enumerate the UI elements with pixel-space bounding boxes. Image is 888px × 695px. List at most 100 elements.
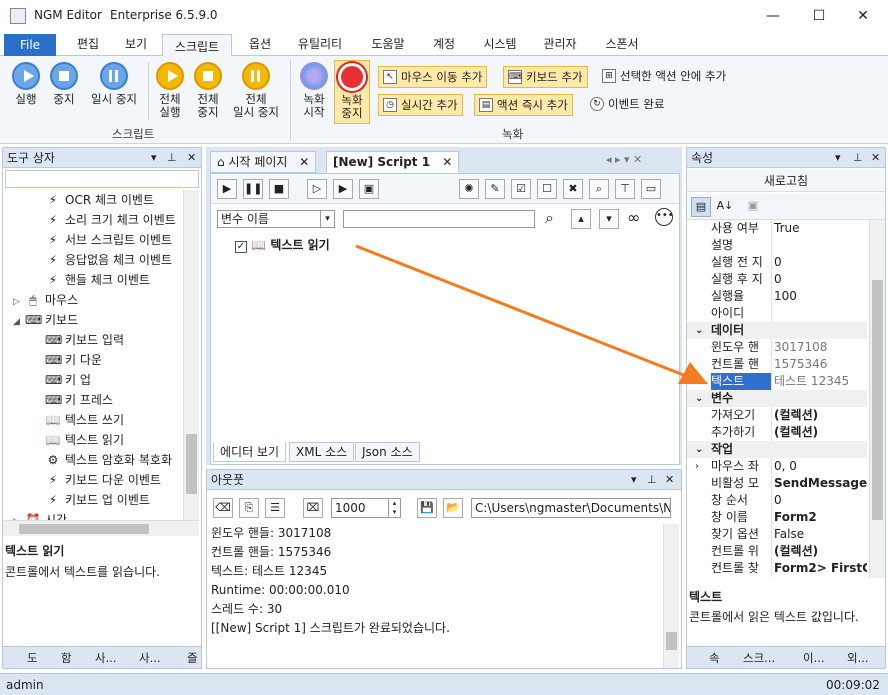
property-row[interactable]: 컨트롤 핸 1575346 xyxy=(687,356,867,373)
check-icon[interactable]: ☑ xyxy=(511,179,531,199)
close-button[interactable]: ✕ xyxy=(840,4,886,28)
menu-file[interactable]: File xyxy=(4,34,56,56)
list-icon[interactable]: ☰ xyxy=(265,498,285,518)
property-row[interactable]: 실행 전 지 0 xyxy=(687,254,867,271)
scroll-thumb[interactable] xyxy=(666,632,677,650)
tab-json-source[interactable]: Json 소스 xyxy=(355,442,420,462)
property-value[interactable]: (컬렉션) xyxy=(772,543,867,560)
minimize-button[interactable]: — xyxy=(750,4,796,28)
check-outline-icon[interactable]: ☐ xyxy=(537,179,557,199)
play-icon[interactable]: ▶ xyxy=(217,179,237,199)
search-icon[interactable]: ⌕ xyxy=(545,208,554,228)
menu-help[interactable]: 도움말 xyxy=(360,32,416,56)
property-row[interactable]: 설명 xyxy=(687,237,867,254)
toolbox-item[interactable]: ⚡ 핸들 체크 이벤트 xyxy=(45,270,150,290)
output-scrollbar[interactable] xyxy=(663,524,679,668)
edit-icon[interactable]: ✎ xyxy=(485,179,505,199)
record-start-button[interactable]: 녹화 시작 xyxy=(296,62,332,119)
hscroll-thumb[interactable] xyxy=(19,524,149,534)
tab-close-icon[interactable]: ✕ xyxy=(299,155,309,169)
tab-user1[interactable]: 사... xyxy=(95,649,117,667)
dropdown-icon[interactable]: ▾ xyxy=(835,148,841,168)
tab-properties[interactable]: 속 xyxy=(709,649,720,667)
close-icon[interactable]: ✕ xyxy=(665,470,674,490)
property-value[interactable]: 테스트 12345 xyxy=(772,373,867,390)
property-row[interactable]: 가져오기 (컬렉션) xyxy=(687,407,867,424)
eraser-icon[interactable]: ⌧ xyxy=(303,498,323,518)
property-row[interactable]: 텍스트 테스트 12345 xyxy=(687,373,867,390)
toolbox-item[interactable]: 📖 텍스트 쓰기 xyxy=(45,410,125,430)
bulb-icon[interactable]: ✺ xyxy=(459,179,479,199)
toolbox-item[interactable]: ⚡ 키보드 업 이벤트 xyxy=(45,490,150,510)
zoom-icon[interactable]: ⌕ xyxy=(589,179,609,199)
property-row[interactable]: 컨트롤 위 (컬렉션) xyxy=(687,543,867,560)
toolbox-item[interactable]: ⚙ 텍스트 암호화 복호화 xyxy=(45,450,172,470)
collapse-icon[interactable]: ⌄ xyxy=(695,441,703,458)
monitor-icon[interactable]: ▭ xyxy=(641,179,661,199)
property-row[interactable]: 실행율 100 xyxy=(687,288,867,305)
tab-xml-source[interactable]: XML 소스 xyxy=(289,442,355,462)
clear-icon[interactable]: ⌫ xyxy=(213,498,233,518)
folder-icon[interactable]: 📂 xyxy=(443,498,463,518)
menu-options[interactable]: 옵션 xyxy=(236,32,284,56)
tab-new-script[interactable]: [New] Script 1 ✕ xyxy=(326,151,460,173)
record-stop-button[interactable]: 녹화 중지 xyxy=(334,60,370,124)
pin-icon[interactable]: ⊥ xyxy=(167,148,177,168)
categorized-icon[interactable]: ▤ xyxy=(691,197,711,217)
tab-start-page[interactable]: ⌂ 시작 페이지 ✕ xyxy=(210,151,317,173)
stop-icon[interactable]: ■ xyxy=(269,179,289,199)
tab-close-icon[interactable]: ✕ xyxy=(442,155,452,169)
menu-admin[interactable]: 관리자 xyxy=(534,32,586,56)
property-value[interactable]: False xyxy=(772,526,867,543)
menu-sponsor[interactable]: 스폰서 xyxy=(596,32,648,56)
property-value[interactable]: (컬렉션) xyxy=(772,407,867,424)
stop-button[interactable]: 중지 xyxy=(46,62,82,106)
loop-icon[interactable]: ∞ xyxy=(627,208,640,227)
toolbox-scrollbar[interactable] xyxy=(183,190,199,520)
property-value[interactable]: (컬렉션) xyxy=(772,424,867,441)
add-realtime-button[interactable]: ◷ 실시간 추가 xyxy=(378,94,463,116)
property-value[interactable]: Form2 xyxy=(772,509,867,526)
property-value[interactable]: Form2> FirstCl xyxy=(772,560,867,577)
property-value[interactable]: 0 xyxy=(772,271,867,288)
property-value[interactable]: True xyxy=(772,220,867,237)
expander-icon[interactable]: ◢ xyxy=(13,312,25,332)
pause-button[interactable]: 일시 중지 xyxy=(86,62,142,106)
menu-edit[interactable]: 편집 xyxy=(64,32,112,56)
property-value[interactable]: 1575346 xyxy=(772,356,867,373)
event-done-button[interactable]: ↻ 이벤트 완료 xyxy=(586,94,669,116)
add-keyboard-button[interactable]: ⌨ 키보드 추가 xyxy=(503,66,588,88)
variable-combo[interactable]: 변수 이름 ▾ xyxy=(217,210,335,228)
move-up-icon[interactable]: ▴ xyxy=(571,209,591,229)
tab-functions[interactable]: 함 xyxy=(61,649,72,667)
toolbox-item[interactable]: ▷ 🖱 마우스 xyxy=(13,290,78,310)
toolbox-item[interactable]: ⚡ 응답없음 체크 이벤트 xyxy=(45,250,172,270)
delete-icon[interactable]: ✖ xyxy=(563,179,583,199)
tab-external[interactable]: 외... xyxy=(847,649,869,667)
menu-view[interactable]: 보기 xyxy=(112,32,160,56)
spinner-icon[interactable]: ▴ ▾ xyxy=(388,499,400,517)
hierarchy-icon[interactable]: ⊤ xyxy=(615,179,635,199)
property-row[interactable]: 창 이름 Form2 xyxy=(687,509,867,526)
toolbox-item[interactable]: ⌨ 키 업 xyxy=(45,370,91,390)
property-row[interactable]: 창 순서 0 xyxy=(687,492,867,509)
toolbox-item[interactable]: ⌨ 키 프레스 xyxy=(45,390,113,410)
property-value[interactable]: 0 xyxy=(772,254,867,271)
move-down-icon[interactable]: ▾ xyxy=(599,209,619,229)
add-mouse-move-button[interactable]: ↖ 마우스 이동 추가 xyxy=(378,66,488,88)
run-button[interactable]: 실행 xyxy=(8,62,44,106)
property-value[interactable]: SendMessage xyxy=(772,475,867,492)
property-row[interactable]: 실행 후 지 0 xyxy=(687,271,867,288)
property-value[interactable]: 0, 0 xyxy=(772,458,867,475)
tab-toolbox[interactable]: 도 xyxy=(27,649,38,667)
toolbox-item[interactable]: ⌨ 키보드 입력 xyxy=(45,330,124,350)
add-instant-button[interactable]: ▤ 액션 즉시 추가 xyxy=(474,94,573,116)
property-row[interactable]: 사용 여부 True xyxy=(687,220,867,237)
property-value[interactable]: 100 xyxy=(772,288,867,305)
pin-icon[interactable]: ⊥ xyxy=(647,470,657,490)
property-row[interactable]: › 마우스 좌 0, 0 xyxy=(687,458,867,475)
refresh-button[interactable]: 새로고침 xyxy=(687,170,885,192)
toolbox-search-input[interactable] xyxy=(5,170,199,188)
line-count-stepper[interactable]: 1000 ▴ ▾ xyxy=(331,498,401,518)
toolbox-item[interactable]: ▷⏰ 시간 xyxy=(13,510,67,520)
